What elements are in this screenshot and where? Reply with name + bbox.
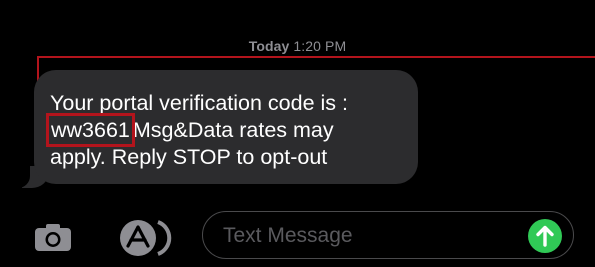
timestamp-day: Today [248, 38, 290, 54]
timestamp-time: 1:20 PM [293, 38, 347, 54]
message-line-3: apply. Reply STOP to opt-out [50, 145, 328, 169]
arrow-up-icon [536, 225, 554, 247]
message-input-placeholder: Text Message [223, 224, 353, 247]
message-line-2-rest: Msg&Data rates may [132, 118, 334, 142]
camera-button[interactable] [34, 222, 72, 252]
send-button[interactable] [528, 219, 562, 253]
message-line-1: Your portal verification code is : [50, 91, 348, 115]
messages-screen: Today 1:20 PM Your portal verification c… [0, 0, 595, 267]
message-timestamp: Today 1:20 PM [0, 38, 595, 54]
app-drawer-button[interactable] [118, 218, 174, 258]
message-input-field[interactable]: Text Message [202, 211, 574, 259]
camera-icon [35, 224, 71, 251]
annotation-frame-top [37, 56, 595, 58]
verification-code-highlight[interactable]: ww3661 [46, 113, 135, 147]
message-line-2: ww3661 Msg&Data rates may [46, 113, 334, 147]
app-store-icon [120, 220, 172, 256]
